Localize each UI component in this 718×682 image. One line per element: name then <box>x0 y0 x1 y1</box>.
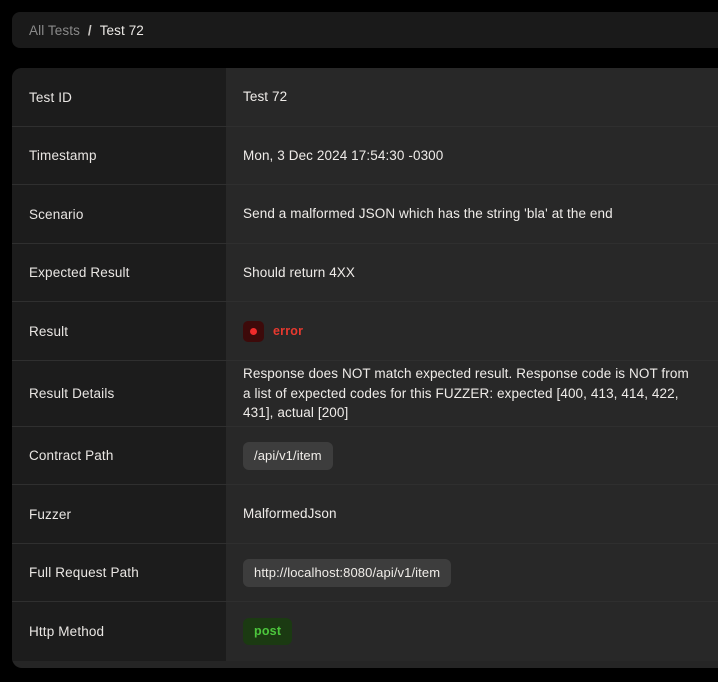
table-row: Test ID Test 72 <box>12 68 718 127</box>
status-badge-label: error <box>273 324 303 338</box>
http-method-badge: post <box>243 618 292 645</box>
row-value: /api/v1/item <box>226 427 718 486</box>
test-detail-panel: Test ID Test 72 Timestamp Mon, 3 Dec 2024 1… <box>12 68 718 668</box>
row-value: Test 72 <box>226 68 718 127</box>
row-label: Result <box>12 302 226 361</box>
row-label: Timestamp <box>12 127 226 186</box>
row-value: http://localhost:8080/api/v1/item <box>226 544 718 603</box>
status-badge: error <box>243 321 303 342</box>
row-label: Full Request Path <box>12 544 226 603</box>
row-label: Expected Result <box>12 244 226 303</box>
path-chip[interactable]: /api/v1/item <box>243 442 333 470</box>
row-value: Should return 4XX <box>226 244 718 303</box>
test-detail-table: Test ID Test 72 Timestamp Mon, 3 Dec 2024 1… <box>12 68 718 668</box>
table-row: Result Details Response does NOT match ex… <box>12 361 718 427</box>
row-label: Http Method <box>12 602 226 661</box>
row-value: Send a malformed JSON which has the stri… <box>226 185 718 244</box>
table-row: Scenario Send a malformed JSON which has … <box>12 185 718 244</box>
row-value-text: Send a malformed JSON which has the stri… <box>243 204 613 224</box>
row-label: Scenario <box>12 185 226 244</box>
breadcrumb-separator: / <box>88 23 92 38</box>
table-row: Contract Path/api/v1/item <box>12 427 718 486</box>
row-label: Contract Path <box>12 427 226 486</box>
row-value: Mon, 3 Dec 2024 17:54:30 -0300 <box>226 127 718 186</box>
status-dot <box>250 328 257 335</box>
row-value-text: MalformedJson <box>243 504 337 524</box>
table-row: Full Request Path http://localhost:8080/a… <box>12 544 718 603</box>
row-value-text: Response does NOT match expected result.… <box>243 364 700 423</box>
table-row: Expected Result Should return 4XX <box>12 244 718 303</box>
row-value: post <box>226 602 718 661</box>
row-value-text: Test 72 <box>243 87 287 107</box>
breadcrumb-item-all-tests[interactable]: All Tests <box>29 23 80 38</box>
breadcrumb: All Tests / Test 72 <box>12 12 718 48</box>
row-label: Test ID <box>12 68 226 127</box>
table-row: Timestamp Mon, 3 Dec 2024 17:54:30 -0300 <box>12 127 718 186</box>
row-label: Fuzzer <box>12 485 226 544</box>
path-chip[interactable]: http://localhost:8080/api/v1/item <box>243 559 451 587</box>
row-value: Response does NOT match expected result.… <box>226 361 718 427</box>
row-value-text: Mon, 3 Dec 2024 17:54:30 -0300 <box>243 146 443 166</box>
table-row: Result error <box>12 302 718 361</box>
row-value-text: Should return 4XX <box>243 263 355 283</box>
table-row: Fuzzer MalformedJson <box>12 485 718 544</box>
row-value: error <box>226 302 718 361</box>
error-dot-icon <box>243 321 264 342</box>
breadcrumb-item-current: Test 72 <box>100 23 144 38</box>
row-value: MalformedJson <box>226 485 718 544</box>
table-row: Http Method post <box>12 602 718 661</box>
row-label: Result Details <box>12 361 226 427</box>
